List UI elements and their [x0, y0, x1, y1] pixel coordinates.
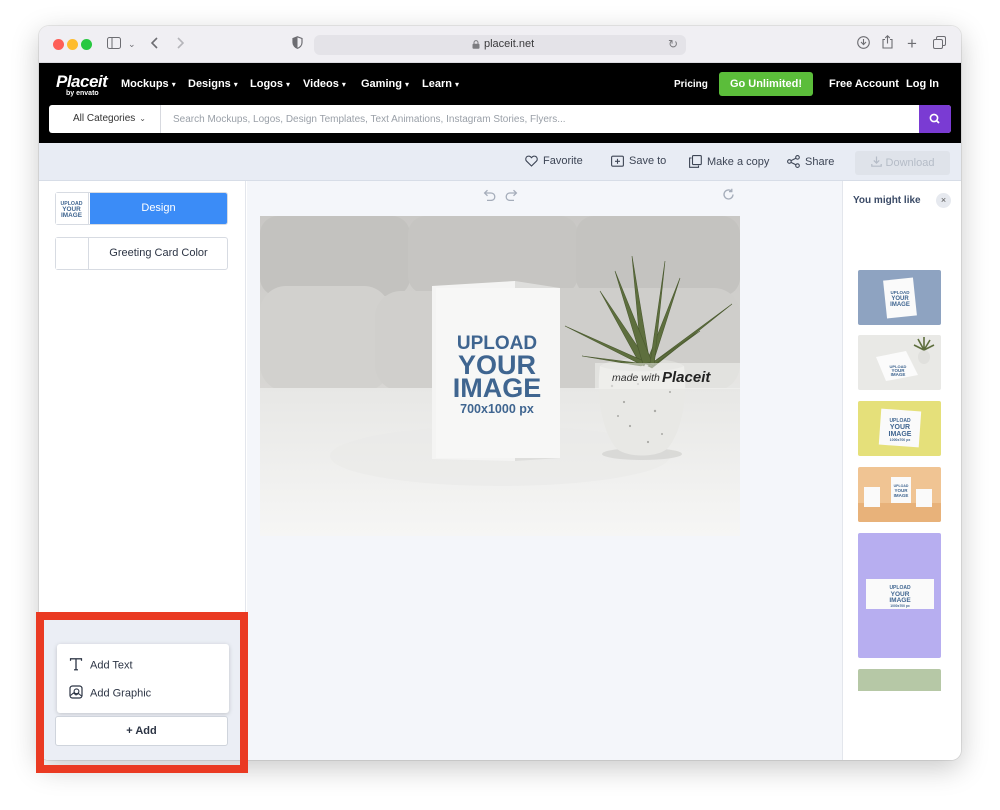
search-input[interactable] — [162, 105, 919, 133]
chevron-down-icon: ⌄ — [139, 114, 146, 123]
chevron-down-icon: ▾ — [286, 80, 291, 89]
thumb-text-3: IMAGE — [61, 212, 83, 219]
logo-text: Placeit — [56, 72, 108, 91]
nav-videos[interactable]: Videos ▾ — [303, 78, 346, 90]
forward-icon[interactable] — [176, 35, 185, 53]
placeit-logo[interactable]: Placeit by envato — [56, 72, 108, 97]
back-icon[interactable] — [150, 35, 159, 53]
design-option[interactable]: UPLOAD YOUR IMAGE Design — [55, 192, 228, 225]
design-thumbnail: UPLOAD YOUR IMAGE — [56, 193, 89, 224]
svg-text:IMAGE: IMAGE — [890, 302, 910, 308]
suggestion-thumb[interactable]: UPLOAD YOUR IMAGE 1000x700 px — [858, 533, 941, 658]
share-icon[interactable] — [882, 35, 893, 53]
refresh-icon[interactable] — [722, 188, 735, 204]
mockup-scene: UPLOAD YOUR IMAGE 700x1000 px made with … — [260, 216, 740, 536]
undo-icon[interactable] — [482, 188, 496, 204]
nav-designs[interactable]: Designs ▾ — [188, 78, 238, 90]
sidebar-icon[interactable] — [107, 35, 121, 53]
suggestion-thumb[interactable]: UPLOAD YOUR IMAGE — [858, 335, 941, 390]
shield-icon[interactable] — [292, 35, 303, 53]
free-account-link[interactable]: Free Account — [829, 78, 899, 90]
svg-text:1000x700 px: 1000x700 px — [890, 604, 910, 608]
heart-icon — [525, 155, 538, 167]
close-window-button[interactable] — [53, 39, 64, 50]
svg-text:IMAGE: IMAGE — [889, 597, 911, 604]
color-swatch — [56, 238, 89, 269]
url-text: placeit.net — [484, 38, 535, 50]
suggestion-thumb[interactable]: UPLOAD YOUR IMAGE 1000x700 px — [858, 401, 941, 456]
make-copy-button[interactable]: Make a copy — [689, 155, 769, 168]
svg-text:UPLOAD: UPLOAD — [891, 290, 911, 295]
search-bar: All Categories ⌄ — [49, 105, 951, 133]
suggestion-thumb[interactable] — [858, 669, 941, 691]
download-button[interactable]: Download — [855, 151, 950, 175]
go-unlimited-button[interactable]: Go Unlimited! — [719, 72, 813, 96]
editor-canvas: UPLOAD YOUR IMAGE 700x1000 px made with … — [247, 181, 842, 760]
category-label: All Categories — [73, 113, 136, 124]
card-size-text: 700x1000 px — [460, 402, 534, 416]
folder-plus-icon — [611, 155, 624, 167]
search-button[interactable] — [919, 105, 951, 133]
new-tab-icon[interactable]: + — [907, 35, 917, 52]
nav-logos[interactable]: Logos ▾ — [250, 78, 290, 90]
download-icon — [870, 156, 882, 167]
share-button[interactable]: Share — [787, 155, 834, 168]
address-bar[interactable]: placeit.net ↻ — [314, 35, 686, 55]
share-nodes-icon — [787, 155, 800, 168]
editor-action-bar: Favorite Save to Make a copy Share Downl… — [39, 143, 961, 181]
site-header: Placeit by envato Mockups ▾ Designs ▾ Logo… — [39, 63, 961, 143]
svg-text:IMAGE: IMAGE — [889, 431, 912, 438]
lock-icon — [472, 40, 480, 49]
watermark-prefix: made with — [612, 372, 660, 384]
svg-text:1000x700 px: 1000x700 px — [890, 438, 911, 442]
chevron-down-icon: ▾ — [341, 80, 346, 89]
card-image-text: IMAGE — [453, 373, 542, 403]
highlight-annotation — [36, 612, 248, 773]
copy-icon — [689, 155, 702, 168]
favorite-button[interactable]: Favorite — [525, 155, 583, 167]
suggestion-thumb[interactable]: UPLOAD YOUR IMAGE — [858, 467, 941, 522]
chevron-down-icon[interactable]: ⌄ — [128, 35, 136, 53]
browser-toolbar: ⌄ placeit.net ↻ + — [39, 26, 961, 63]
svg-text:YOUR: YOUR — [890, 424, 910, 431]
suggestion-thumb[interactable]: UPLOAD YOUR IMAGE — [858, 270, 941, 325]
chevron-down-icon: ▾ — [233, 80, 238, 89]
greeting-card-color-option[interactable]: Greeting Card Color — [55, 237, 228, 270]
design-option-label: Design — [90, 193, 227, 224]
nav-learn[interactable]: Learn ▾ — [422, 78, 459, 90]
redo-icon[interactable] — [505, 188, 519, 204]
chevron-down-icon: ▾ — [454, 80, 459, 89]
zoom-window-button[interactable] — [81, 39, 92, 50]
save-to-button[interactable]: Save to — [611, 155, 666, 167]
you-might-like-panel: You might like × UPLOAD YOUR IMAGE UPLOA… — [842, 181, 961, 760]
greeting-card-color-label: Greeting Card Color — [109, 247, 208, 259]
download-icon[interactable] — [857, 35, 870, 53]
pricing-link[interactable]: Pricing — [674, 79, 708, 90]
logo-subtext: by envato — [66, 90, 99, 97]
nav-mockups[interactable]: Mockups ▾ — [121, 78, 176, 90]
you-might-like-title: You might like — [853, 195, 921, 206]
tabs-overview-icon[interactable] — [933, 35, 946, 53]
category-select[interactable]: All Categories ⌄ — [49, 105, 161, 133]
reload-icon[interactable]: ↻ — [668, 37, 678, 51]
log-in-link[interactable]: Log In — [906, 78, 939, 90]
search-icon — [929, 113, 940, 124]
close-icon[interactable]: × — [936, 193, 951, 208]
chevron-down-icon: ▾ — [404, 80, 409, 89]
minimize-window-button[interactable] — [67, 39, 78, 50]
mockup-preview[interactable]: UPLOAD YOUR IMAGE 700x1000 px made with … — [260, 216, 740, 536]
watermark-brand: Placeit — [662, 369, 711, 386]
nav-gaming[interactable]: Gaming ▾ — [361, 78, 409, 90]
svg-text:IMAGE: IMAGE — [891, 372, 906, 377]
chevron-down-icon: ▾ — [171, 80, 176, 89]
svg-text:IMAGE: IMAGE — [894, 493, 909, 498]
